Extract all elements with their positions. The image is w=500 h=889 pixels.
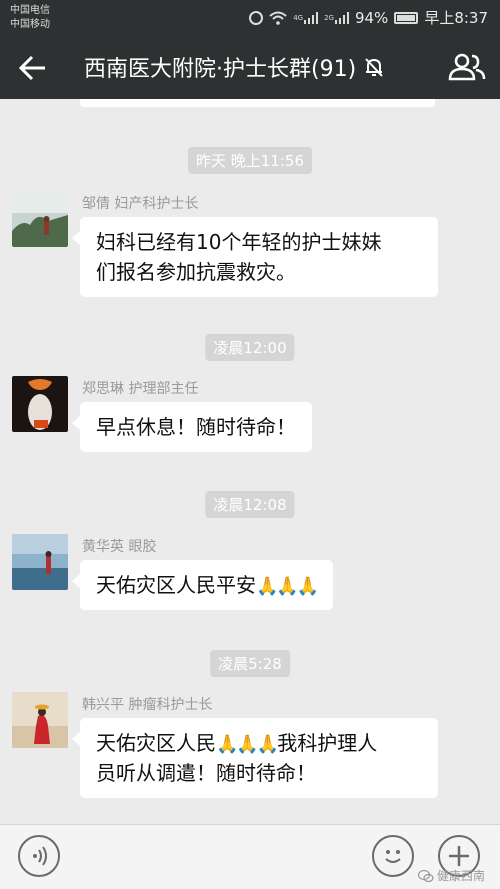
message: 黄华英 眼胶 天佑灾区人民平安🙏🙏🙏	[12, 534, 488, 624]
back-arrow-icon[interactable]	[18, 54, 48, 82]
timestamp: 凌晨12:00	[205, 334, 295, 361]
message-text: 天佑灾区人民平安	[96, 573, 256, 597]
battery-percent: 94%	[354, 8, 389, 27]
status-icons: 4G 2G 94% 早上8:37	[249, 7, 488, 28]
watermark-text: 健康西南	[437, 869, 486, 883]
avatar[interactable]	[12, 692, 68, 748]
message: 邹倩 妇产科护士长 妇科已经有10个年轻的护士妹妹 们报名参加抗震救灾。	[12, 191, 488, 301]
wechat-logo-icon	[418, 869, 434, 882]
message-text-line: 妇科已经有10个年轻的护士妹妹	[96, 230, 382, 254]
carrier-2: 中国移动	[10, 19, 50, 30]
avatar[interactable]	[12, 534, 68, 590]
wifi-icon	[269, 11, 287, 25]
timestamp: 凌晨5:28	[210, 650, 290, 677]
message-bubble[interactable]: 妇科已经有10个年轻的护士妹妹 们报名参加抗震救灾。	[72, 217, 438, 297]
sender-name: 郑思琳 护理部主任	[82, 381, 199, 397]
network-1: 4G	[293, 11, 319, 24]
timestamp: 昨天 晚上11:56	[188, 147, 312, 174]
carrier-info: 中国电信 中国移动	[10, 4, 50, 32]
message-bubble[interactable]: 早点休息！随时待命！	[72, 402, 312, 452]
message-text-part: 我科护理人	[277, 731, 378, 755]
avatar[interactable]	[12, 191, 68, 247]
timestamp: 凌晨12:08	[205, 491, 295, 518]
emoji-button[interactable]	[372, 835, 414, 877]
voice-input-button[interactable]	[18, 835, 60, 877]
message-bubble[interactable]: 天佑灾区人民🙏🙏🙏我科护理人 员听从调遣！随时待命！	[72, 718, 438, 798]
battery-icon	[394, 11, 419, 24]
input-bar: 健康西南	[0, 824, 500, 889]
message-text-line: 天佑灾区人民🙏🙏🙏我科护理人	[96, 728, 422, 758]
message: 韩兴平 肿瘤科护士长 天佑灾区人民🙏🙏🙏我科护理人 员听从调遣！随时待命！	[12, 692, 488, 804]
previous-bubble-fragment	[80, 99, 435, 107]
network-2: 2G	[324, 11, 349, 24]
message: 郑思琳 护理部主任 早点休息！随时待命！	[12, 376, 488, 466]
mute-bell-icon	[362, 55, 386, 79]
praying-hands-emoji: 🙏🙏🙏	[256, 576, 319, 597]
praying-hands-emoji: 🙏🙏🙏	[216, 734, 279, 755]
message-text-line: 们报名参加抗震救灾。	[96, 260, 296, 284]
alarm-icon	[249, 10, 264, 25]
sender-name: 韩兴平 肿瘤科护士长	[82, 697, 213, 713]
carrier-1: 中国电信	[10, 5, 50, 16]
message-text-line: 员听从调遣！随时待命！	[96, 761, 316, 785]
network-tag-2: 2G	[324, 13, 334, 22]
signal-icon-2	[334, 11, 349, 24]
network-tag-1: 4G	[293, 13, 304, 22]
title-group: 西南医大附院·护士长群(91)	[84, 51, 386, 83]
message-text: 早点休息！随时待命！	[96, 415, 296, 439]
chat-title: 西南医大附院·护士长群(91)	[84, 57, 357, 82]
sender-name: 黄华英 眼胶	[82, 539, 157, 555]
avatar[interactable]	[12, 376, 68, 432]
clock: 早上8:37	[424, 9, 488, 27]
chat-header: 西南医大附院·护士长群(91)	[0, 36, 500, 99]
message-bubble[interactable]: 天佑灾区人民平安🙏🙏🙏	[71, 560, 334, 610]
sender-name: 邹倩 妇产科护士长	[82, 196, 199, 212]
signal-icon	[304, 11, 319, 24]
chat-area[interactable]: 昨天 晚上11:56 邹倩 妇产科护士长 妇科已经有10个年轻的护士妹妹 们报名…	[0, 99, 500, 824]
group-members-icon[interactable]	[448, 52, 486, 82]
watermark: 健康西南	[418, 867, 485, 884]
message-text-part: 天佑灾区人民	[96, 731, 216, 755]
status-bar: 中国电信 中国移动 4G 2G 94% 早上8:37	[0, 0, 500, 36]
